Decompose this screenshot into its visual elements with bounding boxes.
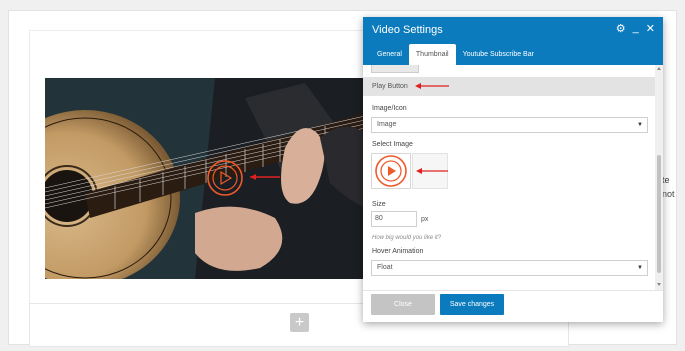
add-element-button[interactable]: + (290, 313, 309, 332)
scroll-down-icon[interactable] (657, 283, 661, 286)
guitar-illustration (45, 78, 365, 279)
modal-tabs: General Thumbnail Youtube Subscribe Bar (370, 44, 541, 65)
background-text-fragment: not (662, 189, 675, 199)
tab-general[interactable]: General (370, 44, 409, 65)
upload-button-partial[interactable] (371, 65, 419, 73)
hover-animation-value: Float (377, 264, 393, 271)
image-icon-label: Image/Icon (372, 105, 407, 112)
video-settings-modal: Video Settings ⚙ _ ✕ General Thumbnail Y… (363, 17, 663, 322)
chevron-down-icon: ▼ (637, 122, 643, 128)
modal-body: Play Button Image/Icon Image ▼ Select Im… (363, 65, 663, 290)
close-button[interactable]: Close (371, 294, 435, 315)
minimize-icon[interactable]: _ (633, 22, 639, 35)
tab-thumbnail[interactable]: Thumbnail (408, 44, 456, 65)
size-input[interactable]: 80 (371, 211, 417, 227)
annotation-arrow-icon (415, 83, 449, 89)
tab-youtube-subscribe-bar[interactable]: Youtube Subscribe Bar (456, 44, 541, 65)
size-label: Size (372, 201, 386, 208)
play-button-section: Play Button (363, 77, 655, 96)
modal-header: Video Settings ⚙ _ ✕ General Thumbnail Y… (363, 17, 663, 65)
guitar-photo (45, 78, 365, 279)
scroll-up-icon[interactable] (657, 67, 661, 70)
size-unit: px (421, 216, 429, 223)
modal-footer: Close Save changes (363, 290, 663, 322)
image-icon-select-value: Image (377, 121, 397, 128)
save-changes-button[interactable]: Save changes (440, 294, 504, 315)
close-icon[interactable]: ✕ (646, 22, 655, 35)
select-image-label: Select Image (372, 141, 413, 148)
gear-icon[interactable]: ⚙ (616, 22, 626, 35)
chevron-down-icon: ▼ (637, 265, 643, 271)
play-button-icon (375, 155, 407, 187)
section-title: Play Button (372, 83, 408, 90)
size-hint: How big would you like it? (372, 235, 442, 241)
image-icon-select[interactable]: Image ▼ (371, 117, 648, 133)
scroll-thumb[interactable] (657, 155, 661, 273)
selected-image-thumbnail[interactable] (371, 153, 411, 189)
background-text-fragment: te (662, 175, 670, 185)
hover-animation-label: Hover Animation (372, 248, 424, 255)
modal-title: Video Settings (372, 24, 443, 36)
annotation-arrow-icon (416, 168, 448, 174)
hover-animation-select[interactable]: Float ▼ (371, 260, 648, 276)
